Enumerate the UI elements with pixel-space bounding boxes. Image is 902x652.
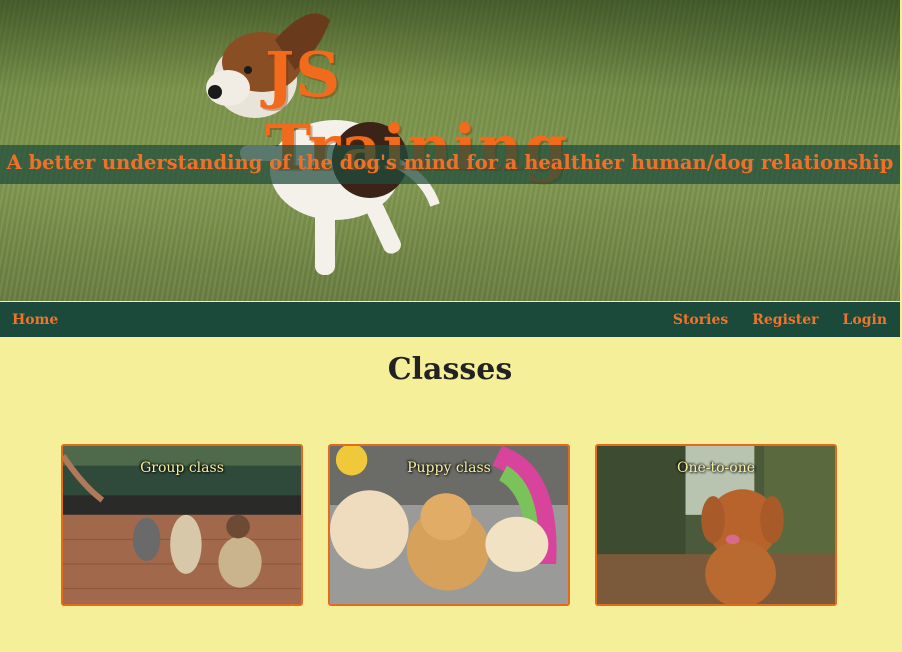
nav-stories-link[interactable]: Stories <box>673 312 728 328</box>
class-card-label: Group class <box>140 460 224 476</box>
nav-right-group: Stories Register Login <box>673 312 888 328</box>
class-card-one-to-one[interactable]: One-to-one <box>595 444 837 606</box>
class-card-puppy[interactable]: Puppy class <box>328 444 570 606</box>
nav-register-link[interactable]: Register <box>752 312 818 328</box>
main-navbar: Home Stories Register Login <box>0 302 900 337</box>
class-card-label: Puppy class <box>407 460 491 476</box>
tagline: A better understanding of the dog's mind… <box>6 151 894 174</box>
section-title: Classes <box>387 352 513 387</box>
nav-login-link[interactable]: Login <box>843 312 887 328</box>
class-card-group[interactable]: Group class <box>61 444 303 606</box>
class-card-label: One-to-one <box>676 460 756 476</box>
nav-home-link[interactable]: Home <box>12 312 58 328</box>
